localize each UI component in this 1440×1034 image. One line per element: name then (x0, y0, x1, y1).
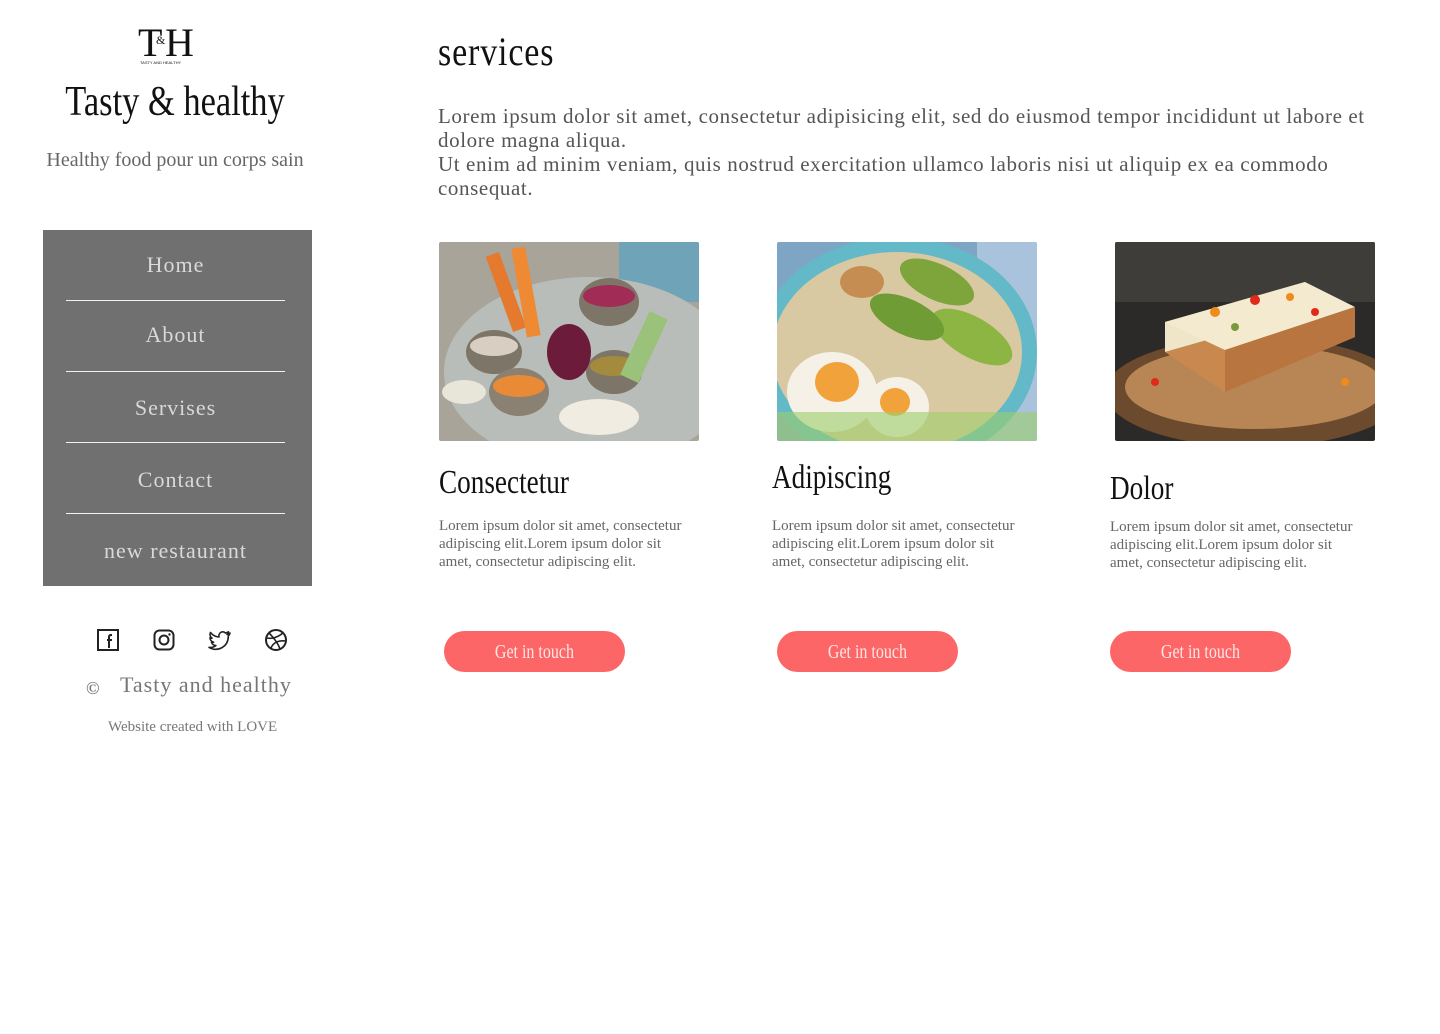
twitter-icon[interactable] (208, 628, 232, 652)
card-image-egg-avocado-bowl (757, 237, 1037, 467)
nav-item-contact[interactable]: Contact (66, 467, 285, 493)
nav-divider (66, 300, 285, 301)
svg-text:H: H (165, 20, 194, 65)
instagram-icon[interactable] (152, 628, 176, 652)
card-text: Lorem ipsum dolor sit amet, consectetur … (439, 518, 682, 570)
button-label: Get in touch (494, 641, 575, 663)
logo-subtext: TASTY AND HEALTHY (140, 60, 181, 65)
page-title: services (438, 29, 555, 74)
card-image-veggie-dips (439, 242, 734, 467)
get-in-touch-button[interactable]: Get in touch (777, 631, 958, 672)
nav-item-home[interactable]: Home (66, 252, 285, 278)
intro-line-1: Lorem ipsum dolor sit amet, consectetur … (438, 104, 1365, 152)
card-title: Consectetur (439, 464, 569, 501)
get-in-touch-button[interactable]: Get in touch (1110, 631, 1291, 672)
copyright-icon: © (86, 678, 100, 698)
nav-item-about[interactable]: About (66, 322, 285, 348)
card-image-carrot-cake (1105, 242, 1405, 447)
intro-text: Lorem ipsum dolor sit amet, consectetur … (438, 104, 1378, 200)
intro-line-2: Ut enim ad minim veniam, quis nostrud ex… (438, 152, 1329, 200)
card-title: Adipiscing (772, 459, 892, 496)
nav-divider (66, 513, 285, 514)
logo[interactable]: T & H TASTY AND HEALTHY (138, 18, 200, 66)
facebook-icon[interactable] (96, 628, 120, 652)
main-nav: Home About Servises Contact new restaura… (43, 230, 312, 586)
sidebar: T & H TASTY AND HEALTHY Tasty & healthy … (0, 0, 350, 1034)
get-in-touch-button[interactable]: Get in touch (444, 631, 625, 672)
dribbble-icon[interactable] (264, 628, 288, 652)
nav-divider (66, 442, 285, 443)
nav-item-servises[interactable]: Servises (66, 395, 285, 421)
button-label: Get in touch (827, 641, 908, 663)
service-card: Dolor Lorem ipsum dolor sit amet, consec… (1105, 242, 1405, 672)
button-label: Get in touch (1160, 641, 1241, 663)
card-text: Lorem ipsum dolor sit amet, consectetur … (772, 518, 1015, 570)
service-card: Adipiscing Lorem ipsum dolor sit amet, c… (757, 237, 1052, 672)
service-card: Consectetur Lorem ipsum dolor sit amet, … (439, 242, 734, 672)
brand-title: Tasty & healthy (65, 79, 285, 125)
tagline: Healthy food pour un corps sain (46, 149, 304, 171)
nav-item-new-restaurant[interactable]: new restaurant (66, 538, 285, 564)
nav-divider (66, 371, 285, 372)
card-title: Dolor (1110, 470, 1174, 507)
copyright-text: Tasty and healthy (120, 672, 292, 697)
credit-text: Website created with LOVE (108, 719, 278, 735)
card-text: Lorem ipsum dolor sit amet, consectetur … (1110, 519, 1353, 571)
